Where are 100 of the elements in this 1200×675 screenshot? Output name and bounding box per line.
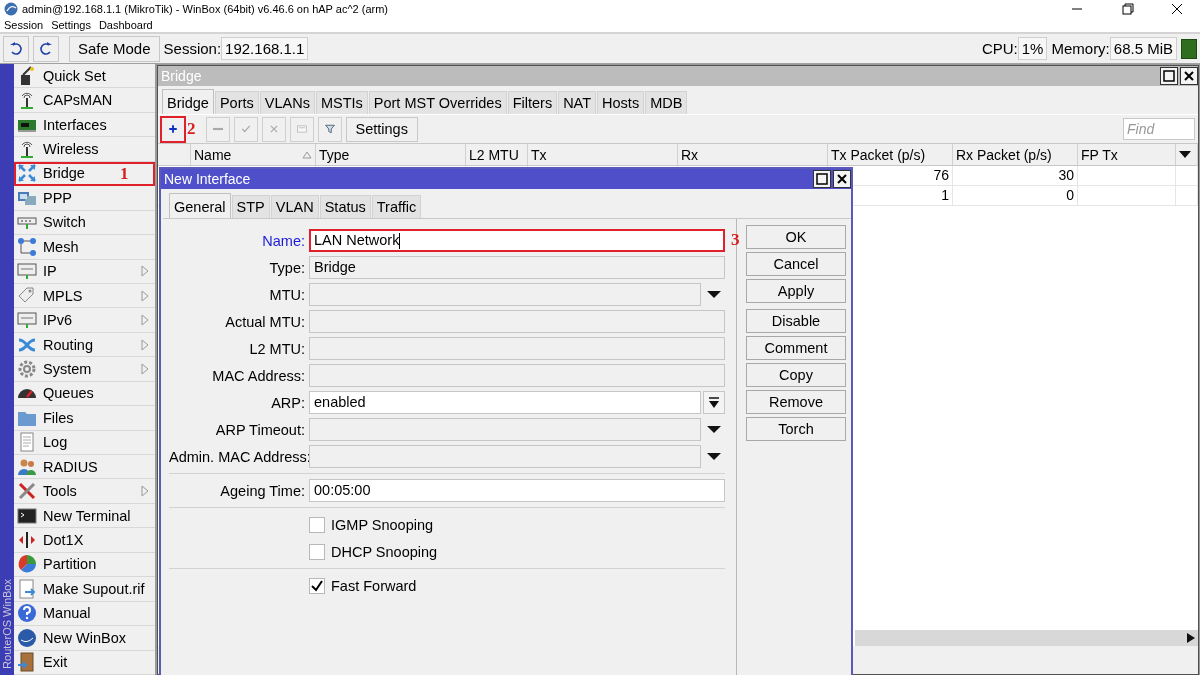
input-field[interactable]: 00:05:00: [309, 479, 725, 502]
menu-item[interactable]: Settings: [51, 19, 91, 31]
select-field[interactable]: enabled: [309, 391, 701, 414]
check-icon: [311, 579, 323, 592]
sidebar-item[interactable]: System: [14, 357, 155, 382]
input-field[interactable]: Bridge: [309, 256, 725, 279]
sidebar-item[interactable]: Partition: [14, 552, 155, 578]
dialog-button[interactable]: Copy: [746, 363, 846, 387]
close-icon: [836, 173, 848, 185]
dropdown-arrow-icon[interactable]: [707, 425, 721, 434]
undo-icon: [8, 40, 24, 57]
session-address: 192.168.1.1: [221, 37, 309, 60]
submenu-arrow-icon: [141, 314, 149, 327]
tab[interactable]: General: [169, 193, 231, 218]
column-header[interactable]: Type: [316, 144, 466, 165]
filter-button[interactable]: [317, 116, 342, 142]
tab[interactable]: Status: [319, 195, 371, 218]
column-header[interactable]: Rx Packet (p/s): [953, 144, 1078, 165]
annotation-number: 2: [187, 119, 196, 139]
sidebar-item[interactable]: Mesh: [14, 235, 155, 260]
find-field[interactable]: Find: [1123, 118, 1195, 140]
input-field[interactable]: [309, 445, 701, 468]
input-field[interactable]: [309, 283, 701, 306]
dialog-button[interactable]: Comment: [746, 336, 846, 360]
maximize-button[interactable]: [813, 170, 831, 188]
sidebar-item[interactable]: Quick Set: [14, 64, 155, 89]
tab[interactable]: Hosts: [597, 91, 645, 114]
sidebar-item[interactable]: Log: [14, 430, 155, 455]
sidebar-item[interactable]: New WinBox: [14, 626, 155, 651]
brand-text: RouterOS WinBox: [1, 579, 13, 669]
dialog-button[interactable]: Torch: [746, 417, 846, 441]
tab[interactable]: Filters: [507, 91, 558, 114]
pie-chart-icon: [17, 554, 37, 575]
sort-icon: [302, 150, 312, 159]
tab[interactable]: Bridge: [162, 89, 214, 114]
dialog-button[interactable]: Disable: [746, 309, 846, 333]
column-header[interactable]: Tx Packet (p/s): [828, 144, 953, 165]
tab[interactable]: Port MST Overrides: [368, 91, 507, 114]
input-field[interactable]: [309, 418, 701, 441]
gear-icon: [17, 358, 37, 379]
dialog-button[interactable]: Cancel: [746, 252, 846, 276]
column-header[interactable]: Rx: [678, 144, 828, 165]
help-icon: [17, 603, 37, 624]
session-label: Session:: [163, 40, 222, 57]
scroll-right-icon[interactable]: [1187, 633, 1195, 643]
tab[interactable]: VLAN: [270, 195, 319, 218]
input-field[interactable]: LAN Network: [309, 229, 725, 252]
tab[interactable]: Ports: [214, 91, 259, 114]
sidebar-item[interactable]: Exit: [14, 650, 155, 675]
close-button[interactable]: [833, 170, 851, 188]
dialog-button[interactable]: Remove: [746, 390, 846, 414]
plus-button[interactable]: [161, 116, 185, 142]
tab[interactable]: STP: [231, 195, 270, 218]
minus-icon: [212, 127, 223, 131]
tab[interactable]: NAT: [558, 91, 597, 114]
column-menu-icon[interactable]: [1179, 150, 1191, 159]
close-button[interactable]: [1180, 67, 1198, 85]
checkbox[interactable]: [309, 516, 325, 533]
horizontal-scrollbar[interactable]: [855, 630, 1198, 646]
checkbox[interactable]: [309, 577, 325, 594]
memory-value: 68.5 MiB: [1109, 37, 1177, 60]
dialog-button[interactable]: Apply: [746, 279, 846, 303]
menu-item[interactable]: Dashboard: [98, 19, 153, 31]
window-title: New Interface: [164, 171, 252, 187]
tab[interactable]: Traffic: [371, 195, 422, 218]
undo-button[interactable]: [3, 35, 29, 62]
checkbox[interactable]: [309, 543, 325, 560]
dropdown-arrow-icon[interactable]: [707, 290, 721, 299]
document-icon: [17, 432, 37, 453]
input-field[interactable]: [309, 337, 725, 360]
monitor-icon: [17, 261, 37, 282]
table-cell: 0: [953, 186, 1078, 206]
checkbox-label: IGMP Snooping: [331, 516, 434, 533]
settings-button[interactable]: Settings: [345, 116, 418, 142]
restore-icon[interactable]: [1119, 3, 1135, 15]
dropdown-arrow-icon[interactable]: [707, 452, 721, 461]
window-title: Bridge: [161, 68, 203, 84]
dropdown-button[interactable]: [703, 391, 725, 414]
tab[interactable]: VLANs: [259, 91, 315, 114]
sidebar-item[interactable]: Make Supout.rif: [14, 577, 155, 602]
terminal-icon: [17, 505, 37, 526]
dialog-button[interactable]: OK: [746, 225, 846, 249]
tab[interactable]: MSTIs: [315, 91, 368, 114]
field-label: MTU:: [268, 286, 305, 303]
tab[interactable]: MDB: [645, 91, 688, 114]
submenu-arrow-icon: [141, 289, 149, 302]
annotation-number: 1: [120, 163, 129, 184]
maximize-button[interactable]: [1160, 67, 1178, 85]
redo-button[interactable]: [33, 35, 59, 62]
safe-mode-button[interactable]: Safe Mode: [69, 35, 160, 62]
close-icon[interactable]: [1169, 3, 1185, 15]
column-header[interactable]: FP Tx: [1078, 144, 1176, 165]
input-field[interactable]: [309, 364, 725, 387]
arrows-icon: [17, 163, 37, 184]
menu-item[interactable]: Session: [4, 19, 44, 31]
sidebar-item[interactable]: Manual: [14, 601, 155, 627]
column-header[interactable]: Name: [191, 144, 316, 165]
column-header[interactable]: L2 MTU: [466, 144, 528, 165]
input-field[interactable]: [309, 310, 725, 333]
column-header[interactable]: Tx: [528, 144, 678, 165]
